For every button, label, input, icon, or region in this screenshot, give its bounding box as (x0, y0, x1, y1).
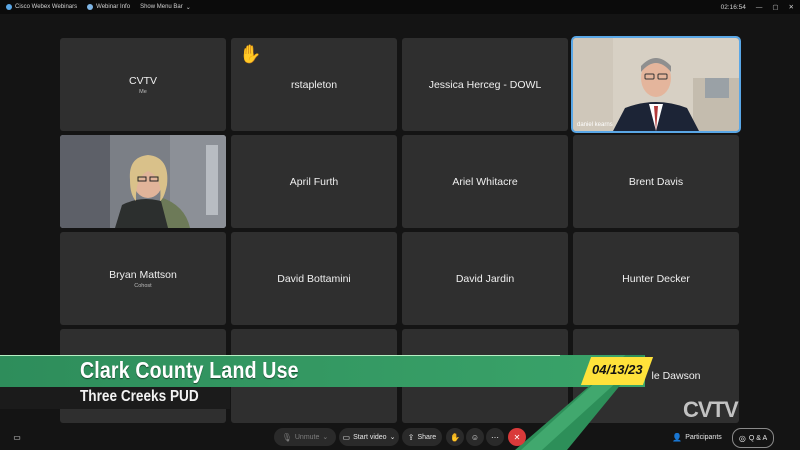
camera-icon: ▭ (342, 432, 351, 442)
share-button[interactable]: ⇪ Share (402, 428, 442, 446)
raised-hand-icon: ✋ (239, 44, 262, 64)
participant-name: David Bottamini (277, 272, 351, 285)
captions-icon[interactable]: ▭ (8, 428, 26, 446)
app-title-text: Cisco Webex Webinars (15, 4, 78, 10)
info-icon (87, 4, 94, 10)
participants-button[interactable]: 👤 Participants (668, 428, 726, 446)
participant-name: Ariel Whitacre (452, 175, 518, 188)
start-video-button[interactable]: ▭ Start video ⌄ (339, 428, 399, 446)
participant-name: April Furth (289, 175, 339, 188)
participant-tile[interactable]: Hunter Decker (573, 232, 739, 325)
chevron-down-icon: ⌄ (389, 434, 396, 441)
participant-tile[interactable]: David Bottamini (231, 232, 397, 325)
clock-text: 02:16:54 (720, 3, 746, 11)
participant-tile[interactable]: Brent Davis (573, 135, 739, 228)
smiley-icon: ☺ (470, 432, 480, 442)
participant-name: Hunter Decker (622, 272, 690, 285)
close-icon[interactable]: ✕ (789, 3, 794, 11)
participant-name: David Jardin (455, 272, 515, 285)
qa-button[interactable]: ◎ Q & A (732, 428, 774, 448)
participant-tile[interactable]: Bryan Mattson Cohost (60, 232, 226, 325)
participant-role: Cohost (134, 282, 152, 289)
participant-name: Bryan Mattson (109, 268, 177, 281)
app-title: Cisco Webex Webinars (6, 4, 77, 10)
lower-third-subtitle: Three Creeks PUD (80, 388, 199, 405)
hand-icon: ✋ (450, 432, 460, 442)
participant-tile[interactable]: CVTV Me (60, 38, 226, 131)
meeting-toolbar: ▭ 🎙 Unmute ⌄ ▭ Start video ⌄ ⇪ Share ✋ ☺… (0, 425, 800, 450)
more-button[interactable]: ⋯ (486, 428, 504, 446)
more-icon: ⋯ (491, 432, 499, 442)
reactions-button[interactable]: ☺ (466, 428, 484, 446)
channel-watermark: CVTV (683, 397, 739, 422)
title-bar: Cisco Webex Webinars Webinar Info Show M… (0, 0, 800, 14)
participant-tile[interactable]: ✋ rstapleton (231, 38, 397, 131)
participant-tile[interactable]: Jessica Herceg - DOWL (402, 38, 568, 131)
unmute-label: Unmute (294, 433, 320, 441)
participant-tile[interactable]: April Furth (231, 135, 397, 228)
show-menu-bar-label: Show Menu Bar (140, 4, 183, 10)
qa-icon: ◎ (738, 433, 746, 443)
participant-name: Jessica Herceg - DOWL (428, 78, 542, 91)
start-video-label: Start video (353, 433, 387, 441)
participant-name: daniel kearns (577, 122, 613, 128)
chevron-down-icon: ⌄ (322, 434, 329, 441)
person-icon: 👤 (672, 432, 683, 442)
lower-third-title: Clark County Land Use (80, 357, 299, 383)
participant-video (573, 38, 739, 131)
webex-logo-icon (6, 4, 12, 10)
lower-third-edge (0, 355, 560, 356)
close-icon: ✕ (513, 432, 521, 442)
broadcast-date: 04/13/23 (592, 362, 643, 377)
minimize-icon[interactable]: — (756, 4, 763, 11)
webinar-info-button[interactable]: Webinar Info (87, 4, 130, 10)
webinar-info-label: Webinar Info (96, 4, 131, 10)
chevron-down-icon: ⌄ (185, 4, 191, 11)
participant-video-tile[interactable]: daniel kearns (571, 36, 741, 133)
share-label: Share (417, 433, 437, 441)
participant-video-tile[interactable] (60, 135, 226, 228)
unmute-button[interactable]: 🎙 Unmute ⌄ (274, 428, 336, 446)
participant-name: rstapleton (290, 78, 338, 91)
participant-role: Me (139, 88, 147, 95)
raise-hand-button[interactable]: ✋ (446, 428, 464, 446)
participant-video (60, 135, 226, 228)
share-icon: ⇪ (407, 432, 415, 442)
participant-tile[interactable]: Ariel Whitacre (402, 135, 568, 228)
maximize-icon[interactable]: ▢ (772, 3, 778, 11)
participant-name: CVTV (128, 74, 157, 87)
participant-name: le Dawson (651, 370, 701, 382)
participant-name: Brent Davis (628, 175, 684, 188)
participant-tile[interactable]: David Jardin (402, 232, 568, 325)
participants-label: Participants (685, 433, 722, 441)
leave-button[interactable]: ✕ (508, 428, 526, 446)
qa-label: Q & A (748, 434, 768, 442)
microphone-icon: 🎙 (281, 432, 292, 442)
show-menu-bar-button[interactable]: Show Menu Bar ⌄ (140, 4, 191, 11)
